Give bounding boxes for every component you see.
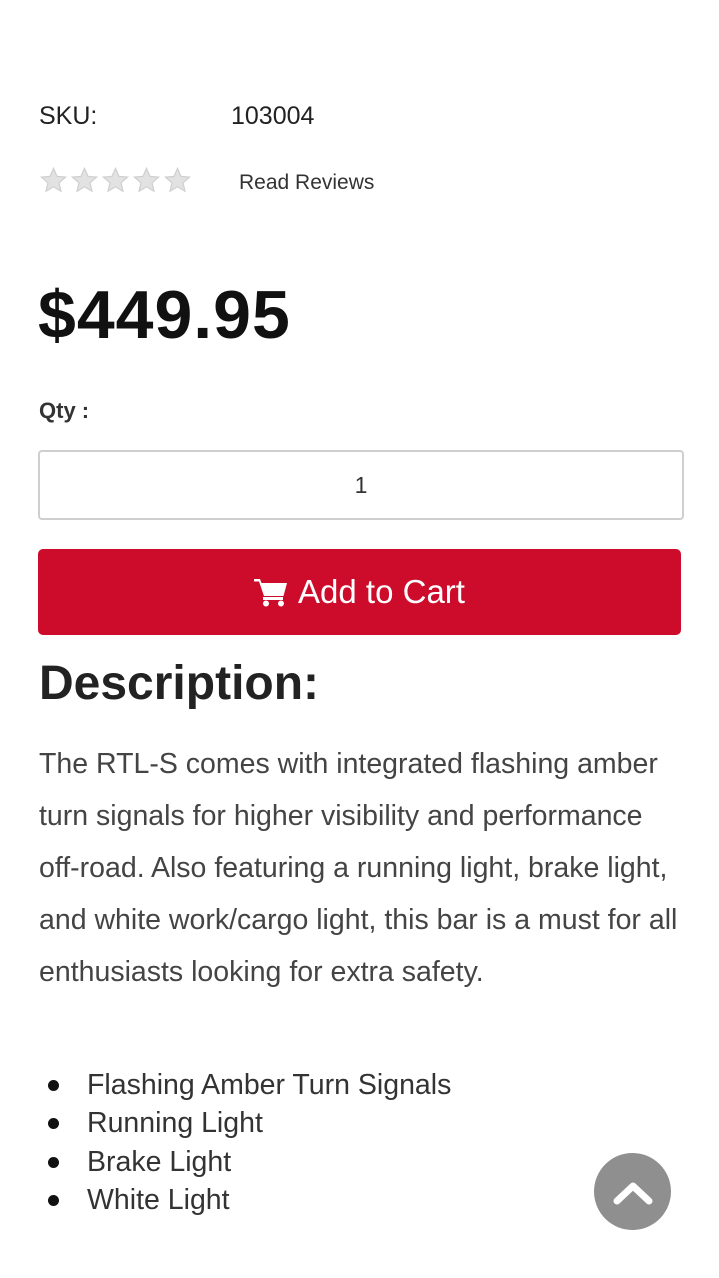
product-page: SKU: 103004 Read Reviews $449.95 Qty : A… — [0, 0, 719, 1278]
feature-text: Brake Light — [87, 1145, 232, 1178]
star-icon — [70, 166, 99, 193]
star-icon — [39, 166, 68, 193]
sku-row: SKU: 103004 — [39, 102, 314, 131]
star-icon — [101, 166, 130, 193]
cart-icon — [254, 579, 288, 607]
back-to-top-button[interactable] — [594, 1153, 671, 1230]
description-title: Description: — [39, 657, 320, 710]
list-item: Flashing Amber Turn Signals — [48, 1066, 451, 1105]
chevron-up-icon — [613, 1182, 652, 1204]
product-price: $449.95 — [38, 277, 291, 353]
list-item: White Light — [48, 1182, 451, 1221]
bullet-icon — [48, 1079, 59, 1091]
quantity-input[interactable] — [38, 450, 684, 520]
sku-value: 103004 — [231, 102, 315, 130]
list-item: Brake Light — [48, 1143, 451, 1182]
add-to-cart-label: Add to Cart — [298, 573, 465, 610]
sku-label: SKU: — [39, 102, 98, 130]
feature-text: White Light — [87, 1184, 230, 1217]
star-rating[interactable] — [39, 166, 192, 195]
feature-text: Running Light — [87, 1107, 263, 1140]
bullet-icon — [48, 1118, 59, 1130]
bullet-icon — [48, 1195, 59, 1207]
read-reviews-link[interactable]: Read Reviews — [239, 171, 374, 195]
qty-label: Qty : — [39, 398, 90, 423]
feature-list: Flashing Amber Turn Signals Running Ligh… — [48, 1066, 451, 1220]
star-icon — [163, 166, 192, 193]
feature-text: Flashing Amber Turn Signals — [87, 1068, 452, 1101]
description-text: The RTL-S comes with integrated flashing… — [39, 748, 678, 988]
bullet-icon — [48, 1156, 59, 1168]
rating-row: Read Reviews — [39, 166, 374, 195]
list-item: Running Light — [48, 1105, 451, 1144]
star-icon — [132, 166, 161, 193]
add-to-cart-button[interactable]: Add to Cart — [38, 549, 681, 635]
